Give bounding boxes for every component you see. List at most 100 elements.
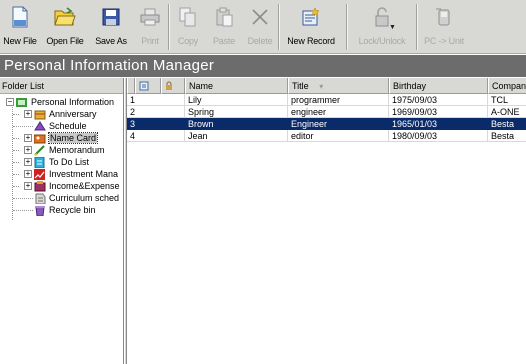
company-cell: A-ONE — [488, 106, 526, 118]
save-icon — [100, 6, 122, 28]
tree-item-label: Recycle bin — [49, 205, 96, 215]
lock-column-icon — [165, 81, 173, 93]
title-cell: Engineer — [288, 118, 389, 130]
pc-to-unit-button[interactable]: PC -> Unit — [418, 0, 470, 54]
expand-icon[interactable]: + — [24, 170, 32, 178]
row-number-cell: 2 — [127, 106, 185, 118]
copy-icon — [177, 6, 199, 28]
delete-x-icon — [249, 6, 271, 28]
grid-header: Name Title ▾ Birthday Compan — [127, 78, 526, 94]
row-number-cell: 4 — [127, 130, 185, 142]
name-card-icon — [33, 133, 46, 144]
delete-button[interactable]: Delete — [242, 0, 278, 54]
title-cell: engineer — [288, 106, 389, 118]
birthday-cell: 1969/09/03 — [389, 106, 488, 118]
save-as-label: Save As — [95, 36, 127, 46]
tree-item-curriculum[interactable]: Curriculum sched — [34, 192, 119, 204]
tree-item-label: Memorandum — [49, 145, 105, 155]
paste-icon — [213, 6, 235, 28]
table-row-selected[interactable]: 3 Brown Engineer 1965/01/03 Besta — [127, 118, 526, 130]
new-file-button[interactable]: New File — [0, 0, 40, 54]
row-number-cell: 3 — [127, 118, 185, 130]
new-file-label: New File — [3, 36, 37, 46]
header-title-label: Title — [292, 81, 309, 91]
title-cell: programmer — [288, 94, 389, 106]
tree-item-memorandum[interactable]: + Memorandum — [24, 144, 105, 156]
curriculum-icon — [34, 193, 46, 204]
title-cell: editor — [288, 130, 389, 142]
name-cell: Spring — [185, 106, 288, 118]
company-cell: Besta — [488, 130, 526, 142]
header-row-number[interactable] — [127, 78, 135, 94]
birthday-cell: 1975/09/03 — [389, 94, 488, 106]
personal-information-icon — [16, 97, 28, 108]
tree-item-label: Anniversary — [49, 109, 97, 119]
copy-button[interactable]: Copy — [170, 0, 206, 54]
tree-item-recycle-bin[interactable]: Recycle bin — [34, 204, 96, 216]
header-lock[interactable] — [161, 78, 185, 94]
birthday-cell: 1980/09/03 — [389, 130, 488, 142]
tree-item-income-expense[interactable]: + Income&Expense — [24, 180, 120, 192]
new-record-icon — [300, 6, 322, 28]
new-record-label: New Record — [287, 36, 335, 46]
sort-arrow-icon: ▾ — [319, 82, 324, 91]
pc-to-unit-label: PC -> Unit — [424, 36, 464, 46]
birthday-cell: 1965/01/03 — [389, 118, 488, 130]
record-grid: Name Title ▾ Birthday Compan 1 Lily prog… — [127, 78, 526, 364]
folder-list-header: Folder List — [0, 78, 123, 94]
header-birthday[interactable]: Birthday — [389, 78, 488, 94]
expand-icon[interactable]: + — [24, 146, 32, 154]
header-name[interactable]: Name — [185, 78, 288, 94]
print-button[interactable]: Print — [132, 0, 168, 54]
todo-icon — [34, 156, 46, 168]
header-company[interactable]: Compan — [488, 78, 526, 94]
tree-item-anniversary[interactable]: + Anniversary — [24, 108, 97, 120]
recycle-bin-icon — [34, 205, 46, 216]
lock-unlock-button[interactable]: Lock/Unlock — [348, 0, 416, 54]
schedule-icon — [34, 120, 46, 132]
header-attachment[interactable] — [135, 78, 161, 94]
lock-unlock-label: Lock/Unlock — [358, 36, 406, 46]
tree-item-label: Investment Mana — [49, 169, 119, 179]
paste-label: Paste — [212, 36, 235, 46]
new-record-button[interactable]: New Record — [280, 0, 342, 54]
open-file-button[interactable]: Open File — [40, 0, 90, 54]
expand-icon[interactable]: + — [24, 110, 32, 118]
attachment-column-icon — [139, 81, 149, 93]
memorandum-icon — [34, 144, 46, 156]
tree-item-label: Income&Expense — [49, 181, 120, 191]
expand-icon[interactable]: + — [24, 134, 32, 142]
transfer-icon — [433, 6, 455, 28]
app-title-banner: Personal Information Manager — [0, 55, 526, 77]
tree-item-label: Name Card — [47, 132, 99, 144]
open-folder-icon — [54, 6, 76, 28]
expand-icon[interactable]: + — [24, 158, 32, 166]
printer-icon — [139, 6, 161, 28]
tree-root-label: Personal Information — [31, 97, 115, 107]
income-expense-icon — [34, 180, 46, 192]
new-record-dropdown-arrow-icon[interactable]: ▼ — [389, 24, 396, 31]
copy-label: Copy — [177, 36, 199, 46]
name-cell: Brown — [185, 118, 288, 130]
name-cell: Jean — [185, 130, 288, 142]
expand-icon[interactable]: + — [24, 182, 32, 190]
tree-item-schedule[interactable]: Schedule — [34, 120, 87, 132]
tree-item-name-card[interactable]: + Name Card — [24, 132, 99, 144]
header-title[interactable]: Title ▾ — [288, 78, 389, 94]
table-row[interactable]: 1 Lily programmer 1975/09/03 TCL — [127, 94, 526, 106]
anniversary-icon — [34, 109, 46, 120]
collapse-icon[interactable]: − — [6, 98, 14, 106]
table-row[interactable]: 4 Jean editor 1980/09/03 Besta — [127, 130, 526, 142]
toolbar: New File Open File Save As Print Copy Pa… — [0, 0, 526, 54]
save-as-button[interactable]: Save As — [90, 0, 132, 54]
paste-button[interactable]: Paste — [206, 0, 242, 54]
new-file-icon — [9, 6, 31, 28]
table-row[interactable]: 2 Spring engineer 1969/09/03 A-ONE — [127, 106, 526, 118]
tree-item-to-do-list[interactable]: + To Do List — [24, 156, 89, 168]
tree-item-label: To Do List — [49, 157, 90, 167]
tree-root-personal-information[interactable]: − Personal Information — [6, 96, 114, 108]
tree-item-investment[interactable]: + Investment Mana — [24, 168, 118, 180]
company-cell: TCL — [488, 94, 526, 106]
tree-item-label: Schedule — [49, 121, 87, 131]
name-cell: Lily — [185, 94, 288, 106]
